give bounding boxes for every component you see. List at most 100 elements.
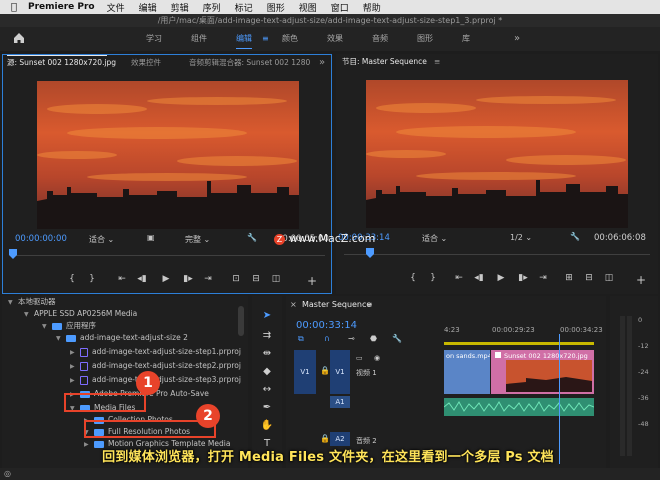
tab-effect-controls[interactable]: 效果控件 [131,55,161,71]
a2-target[interactable]: A2 [330,432,350,446]
a1-target[interactable]: A1 [330,396,350,408]
pen-tool-icon[interactable]: ✒ [258,402,276,413]
selection-tool-icon[interactable]: ➤ [258,310,276,321]
workspace-libraries[interactable]: 库 [462,27,470,51]
program-resolution-dropdown[interactable]: 1/2 ⌄ [510,233,532,242]
tree-row-applications[interactable]: ▼ 应用程序 [42,320,96,332]
workspace-audio[interactable]: 音频 [372,27,388,51]
tree-row-step1[interactable]: ▶ add-image-text-adjust-size-step1.prproj [70,346,241,358]
collapse-arrow-icon[interactable]: ▶ [70,375,80,387]
source-scrubber[interactable] [11,255,325,256]
source-settings-icon[interactable]: ▣ [147,233,155,242]
lift-icon[interactable]: ⊞ [562,273,576,283]
v1-source-patch[interactable]: V1 [294,350,316,394]
menu-clip[interactable]: 剪辑 [171,1,189,14]
timeline-playhead[interactable] [559,334,560,464]
workspace-assembly[interactable]: 组件 [191,27,207,51]
mark-in-icon[interactable]: { [65,274,79,284]
program-go-to-out-icon[interactable]: ⇥ [536,273,550,283]
tree-row-drive[interactable]: ▼ APPLE SSD AP0256M Media [24,308,137,320]
workspace-menu-icon[interactable]: ≡ [262,27,269,51]
menu-view[interactable]: 视图 [299,1,317,14]
menu-markers[interactable]: 标记 [235,1,253,14]
track-select-tool-icon[interactable]: ⇉ [258,330,276,341]
extract-icon[interactable]: ⊟ [582,273,596,283]
program-step-forward-icon[interactable]: ▮▸ [516,273,530,283]
program-playhead-icon[interactable] [366,248,374,258]
workspace-more-icon[interactable]: » [514,27,520,51]
expand-arrow-icon[interactable]: ▼ [24,309,34,321]
tree-scrollbar[interactable] [238,306,244,336]
go-to-in-icon[interactable]: ⇤ [115,274,129,284]
tab-source[interactable]: 源: Sunset 002 1280x720.jpg [7,55,116,71]
program-fit-dropdown[interactable]: 适合 ⌄ [422,233,447,244]
overwrite-icon[interactable]: ⊟ [249,274,263,284]
timeline-wrench-icon[interactable]: 🔧 [392,334,402,343]
step-back-icon[interactable]: ◂▮ [135,274,149,284]
tabs-more-icon[interactable]: » [319,55,325,71]
timeline-tab[interactable]: Master Sequence [302,300,371,309]
app-name[interactable]: Premiere Pro [28,2,95,12]
tab-program[interactable]: 节目: Master Sequence [342,54,427,70]
v1-eye-icon[interactable]: ◉ [374,354,380,362]
step-forward-icon[interactable]: ▮▸ [181,274,195,284]
apple-icon[interactable]:  [0,2,28,13]
slip-tool-icon[interactable]: ↔ [258,384,276,395]
program-wrench-icon[interactable]: 🔧 [570,232,580,241]
program-play-icon[interactable]: ▶ [494,273,508,283]
collapse-arrow-icon[interactable]: ▶ [70,347,80,359]
mark-out-icon[interactable]: } [85,274,99,284]
insert-icon[interactable]: ⊡ [229,274,243,284]
source-timecode[interactable]: 00:00:00:00 [15,234,67,244]
program-video-frame[interactable] [366,80,628,228]
wrench-icon[interactable]: 🔧 [247,233,257,242]
add-button-icon[interactable]: + [305,274,319,288]
a2-lock-icon[interactable]: 🔒 [320,434,330,443]
program-export-frame-icon[interactable]: ◫ [602,273,616,283]
menu-file[interactable]: 文件 [107,1,125,14]
workspace-graphics[interactable]: 图形 [417,27,433,51]
v1-lock-icon[interactable]: 🔒 [320,366,330,375]
clip-on-sands[interactable]: on sands.mp4 [444,350,490,394]
nest-icon[interactable]: ⧉ [298,334,304,344]
timeline-menu-icon[interactable]: ≡ [366,300,373,309]
menu-window[interactable]: 窗口 [331,1,349,14]
play-icon[interactable]: ▶ [159,274,173,284]
program-mark-in-icon[interactable]: { [406,273,420,283]
expand-arrow-icon[interactable]: ▼ [8,297,18,309]
tree-row-step2[interactable]: ▶ add-image-text-adjust-size-step2.prproj [70,360,241,372]
menu-edit[interactable]: 编辑 [139,1,157,14]
collapse-arrow-icon[interactable]: ▶ [70,361,80,373]
workspace-learn[interactable]: 学习 [146,27,162,51]
source-video-frame[interactable] [37,81,299,229]
source-fit-dropdown[interactable]: 适合 ⌄ [89,234,114,245]
program-scrubber[interactable] [344,254,650,255]
source-quality-dropdown[interactable]: 完整 ⌄ [185,234,210,245]
program-menu-icon[interactable]: ≡ [434,54,440,70]
timeline-close-icon[interactable]: × [290,300,297,309]
work-area-bar[interactable] [444,342,594,345]
program-mark-out-icon[interactable]: } [426,273,440,283]
tab-audio-mixer[interactable]: 音频剪辑混合器: Sunset 002 1280 [189,55,310,71]
program-step-back-icon[interactable]: ◂▮ [472,273,486,283]
menu-sequence[interactable]: 序列 [203,1,221,14]
program-go-to-in-icon[interactable]: ⇤ [452,273,466,283]
source-playhead-icon[interactable] [9,249,17,259]
workspace-editing[interactable]: 编辑 [236,27,252,51]
expand-arrow-icon[interactable]: ▼ [56,333,66,345]
hand-tool-icon[interactable]: ✋ [258,420,276,431]
workspace-effects[interactable]: 效果 [327,27,343,51]
home-icon[interactable] [12,31,26,45]
menu-graphics[interactable]: 图形 [267,1,285,14]
expand-arrow-icon[interactable]: ▼ [42,321,52,333]
razor-tool-icon[interactable]: ◆ [258,366,276,377]
snap-icon[interactable]: ∩ [324,334,330,343]
go-to-out-icon[interactable]: ⇥ [201,274,215,284]
v1-target[interactable]: V1 [330,350,350,394]
tree-row-local-drives[interactable]: ▼ 本地驱动器 [8,296,56,308]
workspace-color[interactable]: 颜色 [282,27,298,51]
add-marker-icon[interactable]: ⬣ [370,334,377,343]
program-add-button-icon[interactable]: + [634,273,648,287]
tree-row-project-folder[interactable]: ▼ add-image-text-adjust-size 2 [56,332,188,344]
ripple-edit-tool-icon[interactable]: ⇹ [258,348,276,359]
